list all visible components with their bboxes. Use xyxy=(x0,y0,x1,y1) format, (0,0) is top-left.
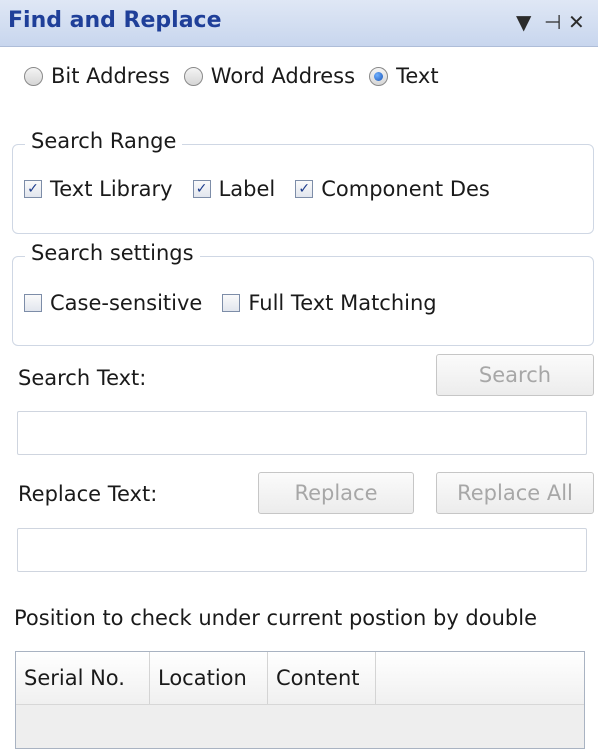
checkbox-full-text-matching[interactable]: Full Text Matching xyxy=(222,291,437,315)
checkbox-unchecked[interactable] xyxy=(24,294,42,312)
column-header-content[interactable]: Content xyxy=(268,652,376,704)
table-header: Serial No. Location Content xyxy=(16,652,584,705)
checkbox-label-option[interactable]: ✓ Label xyxy=(192,177,276,201)
replace-text-input[interactable] xyxy=(17,528,587,572)
search-text-label: Search Text: xyxy=(18,366,147,390)
replace-all-button[interactable]: Replace All xyxy=(436,472,594,514)
column-header-filler xyxy=(376,652,584,704)
dropdown-icon[interactable]: ▼ xyxy=(516,10,531,34)
panel-title: Find and Replace xyxy=(8,8,222,33)
checkbox-label: Text Library xyxy=(50,177,173,201)
radio-word-address[interactable]: Word Address xyxy=(183,64,356,88)
checkbox-label: Label xyxy=(218,177,276,201)
pin-icon[interactable]: ⊣ xyxy=(544,10,561,34)
search-button[interactable]: Search xyxy=(436,354,594,396)
radio-label: Word Address xyxy=(210,64,356,88)
panel-titlebar: Find and Replace ▼ ⊣ ✕ xyxy=(0,0,598,47)
radio-label: Text xyxy=(396,64,439,88)
group-legend: Search settings xyxy=(25,241,200,265)
checkbox-label: Component Des xyxy=(321,177,490,201)
radio-bit-address[interactable]: Bit Address xyxy=(24,64,170,88)
checkbox-checked[interactable]: ✓ xyxy=(24,180,42,198)
radio-label: Bit Address xyxy=(51,64,170,88)
close-icon[interactable]: ✕ xyxy=(568,10,585,34)
checkbox-label: Full Text Matching xyxy=(248,291,437,315)
radio-text[interactable]: Text xyxy=(369,64,439,88)
checkbox-checked[interactable]: ✓ xyxy=(192,180,211,198)
results-hint: Position to check under current postion … xyxy=(14,606,537,630)
radio-button[interactable] xyxy=(24,66,43,86)
checkbox-text-library[interactable]: ✓ Text Library xyxy=(24,177,173,201)
results-table[interactable]: Serial No. Location Content xyxy=(15,651,585,749)
address-type-group: Bit Address Word Address Text xyxy=(24,64,453,88)
column-header-location[interactable]: Location xyxy=(150,652,268,704)
column-header-serial-no[interactable]: Serial No. xyxy=(16,652,150,704)
checkbox-checked[interactable]: ✓ xyxy=(295,180,314,198)
checkbox-label: Case-sensitive xyxy=(50,291,203,315)
search-range-options: ✓ Text Library ✓ Label ✓ Component Des xyxy=(24,177,510,201)
replace-text-label: Replace Text: xyxy=(18,482,158,506)
replace-button[interactable]: Replace xyxy=(258,472,414,514)
checkbox-component-des[interactable]: ✓ Component Des xyxy=(295,177,490,201)
radio-button[interactable] xyxy=(183,66,203,86)
group-legend: Search Range xyxy=(25,129,183,153)
checkbox-unchecked[interactable] xyxy=(222,294,241,312)
checkbox-case-sensitive[interactable]: Case-sensitive xyxy=(24,291,202,315)
search-text-input[interactable] xyxy=(17,411,587,455)
search-settings-options: Case-sensitive Full Text Matching xyxy=(24,291,457,315)
radio-button-selected[interactable] xyxy=(369,66,389,86)
